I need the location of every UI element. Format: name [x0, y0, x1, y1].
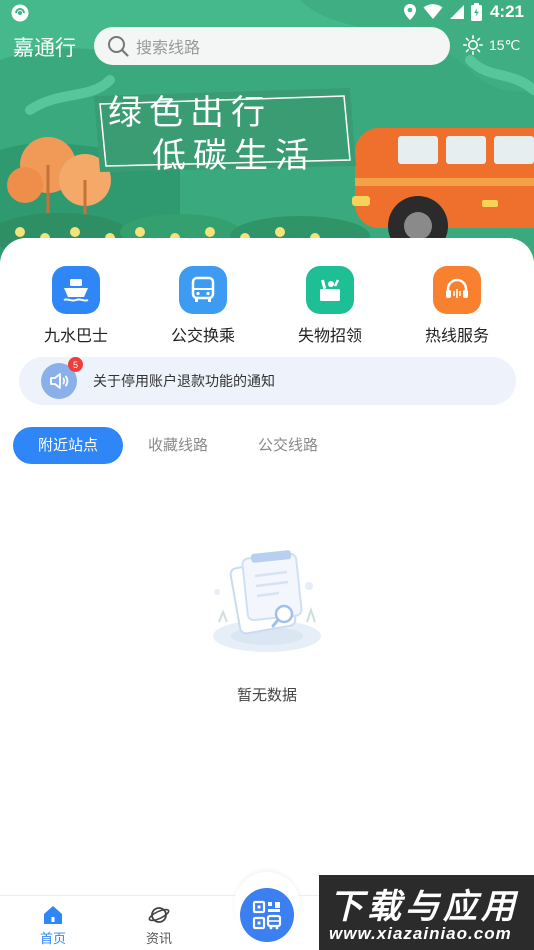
- quick-action-lost-found[interactable]: 失物招领: [280, 266, 380, 346]
- quick-action-hotline[interactable]: 热线服务: [407, 266, 507, 346]
- app-notification-icon: [11, 4, 29, 22]
- quick-action-label: 公交换乘: [170, 326, 235, 345]
- nav-home-label: 首页: [39, 932, 66, 947]
- location-icon: [403, 4, 416, 20]
- empty-state: 暂无数据: [0, 548, 534, 705]
- empty-state-text: 暂无数据: [236, 686, 297, 704]
- home-icon: [44, 906, 62, 924]
- app-screen: 4:21 嘉通行 搜索线路 15℃ 绿色出行 低碳生活 九水巴士 公交换乘 失物…: [0, 0, 534, 950]
- status-time: 4:21: [489, 2, 524, 21]
- weather-widget[interactable]: 15℃: [463, 35, 520, 55]
- quick-action-label: 热线服务: [424, 326, 489, 345]
- notice-count-badge: 5: [68, 357, 83, 372]
- battery-icon: [470, 3, 482, 21]
- status-bar: 4:21: [0, 0, 534, 28]
- notice-banner[interactable]: 5 关于停用账户退款功能的通知: [19, 357, 516, 405]
- watermark-url-text: www.xiazainiao.com: [329, 924, 512, 943]
- headset-icon: [433, 266, 481, 314]
- nav-news[interactable]: 资讯: [129, 904, 189, 947]
- notice-text: 关于停用账户退款功能的通知: [93, 374, 275, 390]
- tab-nearby-stations[interactable]: 附近站点: [13, 427, 124, 464]
- weather-temperature: 15℃: [489, 36, 521, 53]
- qr-bus-icon: [252, 900, 282, 930]
- route-tabs: 附近站点 收藏线路 公交线路: [13, 427, 343, 464]
- signal-icon: [449, 5, 464, 19]
- status-indicators: 4:21: [403, 2, 524, 22]
- wifi-icon: [423, 4, 443, 19]
- quick-action-bus-transfer[interactable]: 公交换乘: [153, 266, 253, 346]
- search-placeholder: 搜索线路: [136, 38, 201, 57]
- speaker-icon: 5: [41, 357, 83, 399]
- planet-icon: [148, 907, 170, 923]
- bus-icon: [179, 266, 227, 314]
- watermark: 下载与应用 www.xiazainiao.com: [319, 875, 534, 950]
- nav-news-label: 资讯: [145, 932, 172, 947]
- nav-home[interactable]: 首页: [23, 904, 83, 947]
- search-icon: [108, 36, 129, 57]
- sun-icon: [463, 35, 483, 55]
- quick-action-label: 九水巴士: [43, 326, 108, 345]
- watermark-main-text: 下载与应用: [329, 887, 519, 927]
- empty-document-icon: [213, 550, 321, 652]
- search-input[interactable]: 搜索线路: [94, 27, 450, 65]
- tab-favorite-routes[interactable]: 收藏线路: [123, 427, 233, 464]
- banner-slogan-line2: 低碳生活: [152, 136, 316, 176]
- banner-slogan-line1: 绿色出行: [108, 93, 272, 133]
- quick-actions: 九水巴士 公交换乘 失物招领 热线服务: [0, 266, 534, 346]
- quick-action-label: 失物招领: [297, 326, 362, 345]
- tab-bus-routes[interactable]: 公交线路: [233, 427, 343, 464]
- lost-found-icon: [306, 266, 354, 314]
- scan-qr-button[interactable]: [240, 888, 294, 942]
- app-title: 嘉通行: [13, 36, 76, 60]
- quick-action-jiushui-bus[interactable]: 九水巴士: [26, 266, 126, 346]
- ship-icon: [52, 266, 100, 314]
